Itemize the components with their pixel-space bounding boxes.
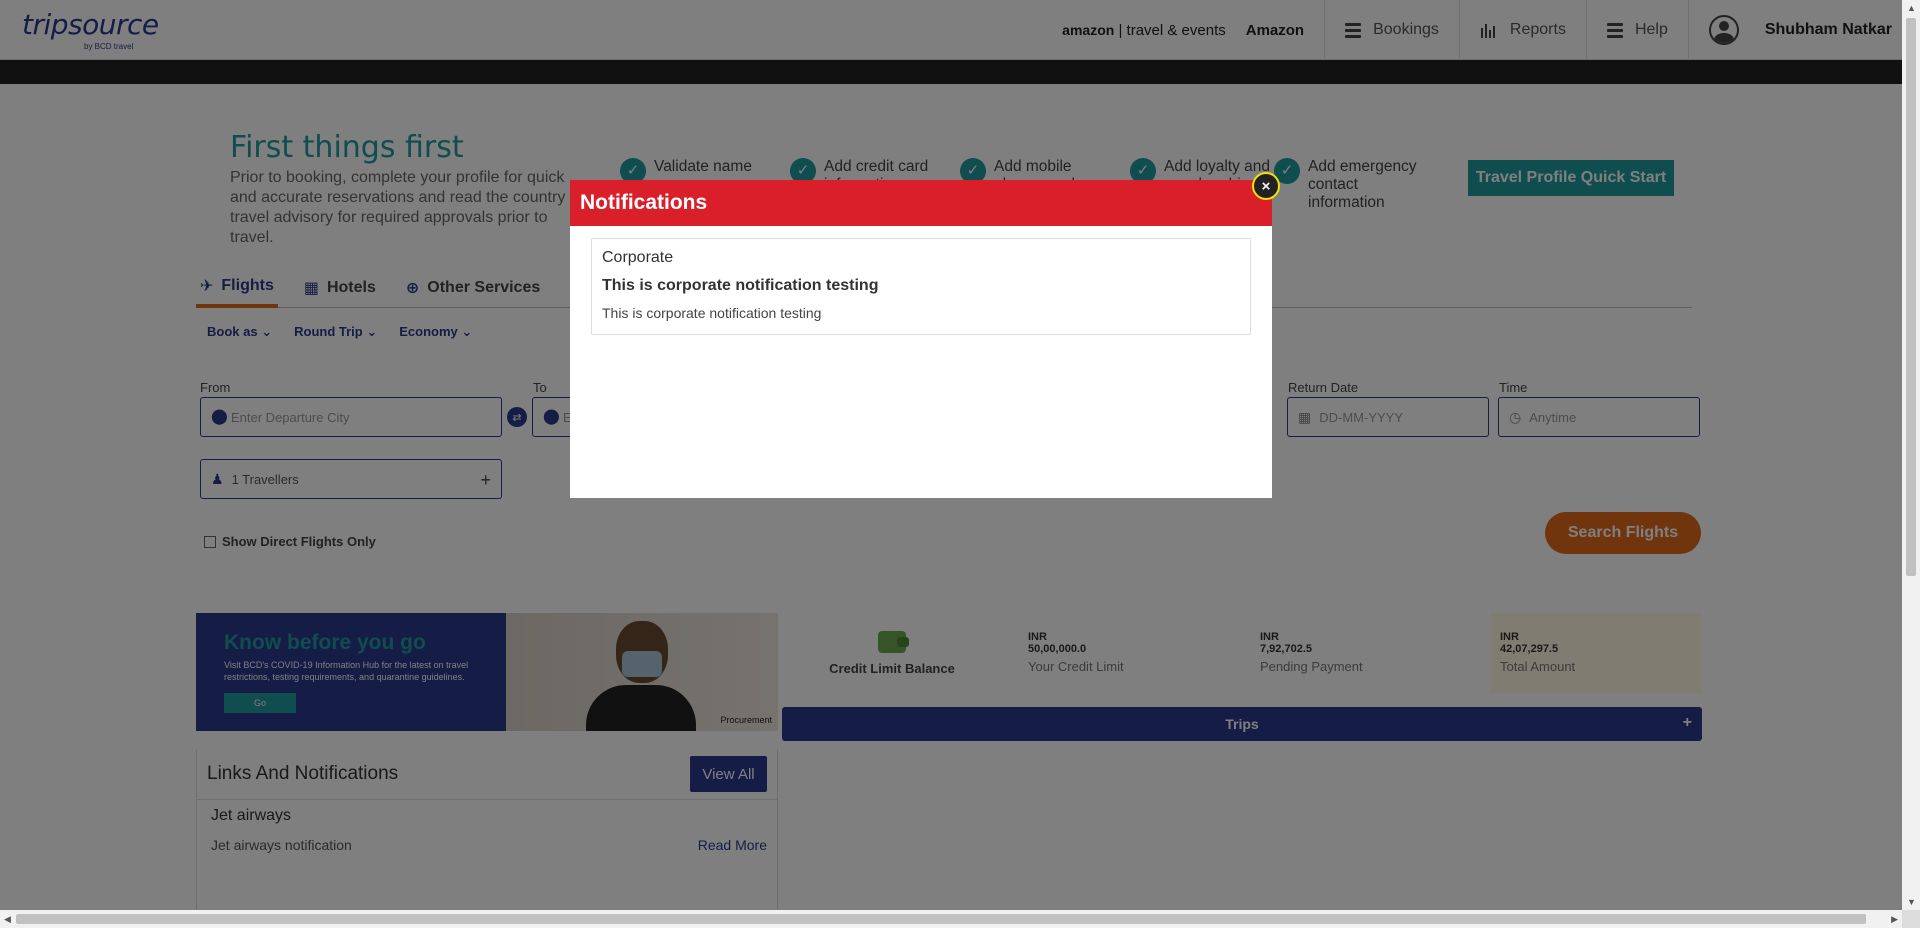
notification-card: Corporate This is corporate notification… bbox=[591, 238, 1251, 335]
scroll-right-icon[interactable]: ▶ bbox=[1891, 914, 1898, 925]
scroll-down-icon[interactable]: ▼ bbox=[1907, 897, 1916, 907]
horizontal-scroll-thumb[interactable] bbox=[16, 914, 1866, 924]
scroll-up-icon[interactable]: ▲ bbox=[1907, 3, 1916, 13]
notification-body: This is corporate notification testing bbox=[602, 305, 822, 321]
close-icon: × bbox=[1261, 177, 1271, 195]
notification-title: This is corporate notification testing bbox=[602, 277, 879, 294]
vertical-scrollbar[interactable]: ▲ ▼ bbox=[1902, 0, 1920, 910]
scrollbar-corner bbox=[1902, 910, 1920, 928]
notification-category: Corporate bbox=[602, 249, 674, 266]
scroll-left-icon[interactable]: ◀ bbox=[4, 914, 11, 925]
close-modal-button[interactable]: × bbox=[1252, 172, 1280, 200]
notifications-modal: Notifications Corporate This is corporat… bbox=[570, 180, 1272, 498]
horizontal-scrollbar[interactable]: ◀ ▶ bbox=[0, 910, 1902, 928]
modal-title: Notifications bbox=[570, 180, 1272, 226]
vertical-scroll-thumb[interactable] bbox=[1906, 18, 1916, 576]
